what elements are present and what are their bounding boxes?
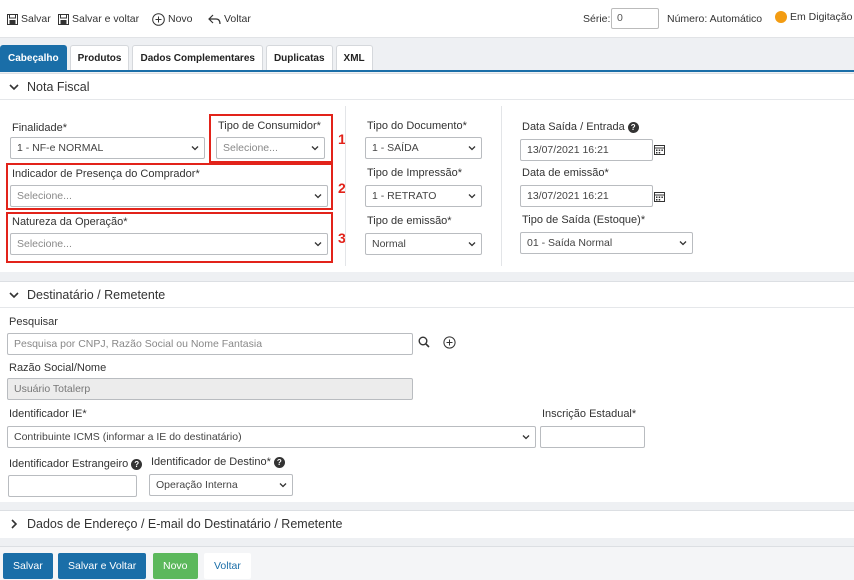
calendar-icon[interactable] [654,144,665,155]
plus-circle-icon [152,12,165,26]
tab-dados-complementares[interactable]: Dados Complementares [132,45,263,70]
inscricao-input[interactable] [540,426,645,448]
top-toolbar: Salvar Salvar e voltar Novo Voltar Série… [0,0,854,38]
tab-cabecalho[interactable]: Cabeçalho [0,45,67,70]
estrangeiro-label-wrap: Identificador Estrangeiro? [9,458,143,470]
numero-label: Número: Automático [667,13,763,25]
chevron-right-icon [11,519,18,529]
destino-label: Identificador de Destino* [151,456,271,468]
add-circle-icon[interactable] [443,336,456,349]
destinatario-header[interactable]: Destinatário / Remetente [0,282,854,308]
chevron-down-icon [9,83,19,90]
search-icon[interactable] [418,336,430,348]
destino-label-wrap: Identificador de Destino*? [151,456,285,468]
tab-bar: Cabeçalho Produtos Dados Complementares … [0,45,373,70]
endereco-panel: Dados de Endereço / E-mail do Destinatár… [0,510,854,538]
footer-bar: Salvar Salvar e Voltar Novo Voltar [0,546,854,580]
data-emissao-label: Data de emissão* [522,167,609,179]
help-icon[interactable]: ? [273,456,285,468]
annotation-box-1 [209,114,333,163]
tipo-documento-select[interactable]: 1 - SAÍDA [365,137,482,159]
tab-underline [0,70,854,72]
tipo-saida-select[interactable]: 01 - Saída Normal [520,232,693,254]
tipo-documento-label: Tipo do Documento* [367,120,467,132]
save-icon [58,13,69,25]
tipo-impressao-value: 1 - RETRATO [372,190,437,202]
tipo-impressao-select[interactable]: 1 - RETRATO [365,185,482,207]
search-input[interactable]: Pesquisa por CNPJ, Razão Social ou Nome … [7,333,413,355]
tab-xml[interactable]: XML [335,45,373,70]
save-label: Salvar [21,13,51,25]
footer-new-button[interactable]: Novo [153,553,198,579]
estrangeiro-input[interactable] [8,475,137,497]
calendar-icon[interactable] [654,191,665,202]
save-icon [7,13,18,25]
nota-fiscal-panel: Nota Fiscal Finalidade* 1 - NF-e NORMAL … [0,73,854,272]
tipo-saida-label: Tipo de Saída (Estoque)* [522,214,646,226]
section-title: Destinatário / Remetente [27,287,166,302]
footer-save-button[interactable]: Salvar [3,553,53,579]
section-title: Dados de Endereço / E-mail do Destinatár… [27,517,343,531]
finalidade-label: Finalidade* [12,122,68,134]
tipo-emissao-label: Tipo de emissão* [367,215,452,227]
estrangeiro-label: Identificador Estrangeiro [9,458,129,470]
razao-label: Razão Social/Nome [9,362,107,374]
inscricao-label: Inscrição Estadual* [542,408,637,420]
destino-select[interactable]: Operação Interna [149,474,293,496]
data-saida-label: Data Saída / Entrada [522,121,625,133]
razao-input: Usuário Totalerp [7,378,413,400]
save-button[interactable]: Salvar [7,12,51,26]
back-button[interactable]: Voltar [208,12,251,26]
serie-input[interactable]: 0 [611,8,659,29]
data-saida-label-wrap: Data Saída / Entrada? [522,121,639,133]
endereco-header[interactable]: Dados de Endereço / E-mail do Destinatár… [0,511,854,537]
data-emissao-input[interactable]: 13/07/2021 16:21 [520,185,653,207]
tab-duplicatas[interactable]: Duplicatas [265,45,333,70]
annotation-box-3 [6,212,333,263]
ie-label: Identificador IE* [9,408,87,420]
finalidade-value: 1 - NF-e NORMAL [17,142,104,154]
finalidade-select[interactable]: 1 - NF-e NORMAL [10,137,205,159]
save-and-back-label: Salvar e voltar [72,13,140,25]
column-divider [501,106,502,266]
ie-select[interactable]: Contribuinte ICMS (informar a IE do dest… [7,426,536,448]
tipo-documento-value: 1 - SAÍDA [372,142,419,154]
reply-icon [208,14,221,24]
tipo-impressao-label: Tipo de Impressão* [367,167,462,179]
chevron-down-icon [468,242,476,247]
destinatario-panel: Destinatário / Remetente Pesquisar Pesqu… [0,281,854,502]
footer-save-and-back-button[interactable]: Salvar e Voltar [58,553,147,579]
status-dot-icon [775,11,787,23]
nota-fiscal-header[interactable]: Nota Fiscal [0,74,854,100]
chevron-down-icon [191,146,199,151]
new-button[interactable]: Novo [152,12,193,26]
new-label: Novo [168,13,193,25]
tab-produtos[interactable]: Produtos [69,45,130,70]
section-title: Nota Fiscal [27,79,90,94]
status-badge: Em Digitação [775,11,852,23]
help-icon[interactable]: ? [627,121,639,133]
tipo-emissao-value: Normal [372,238,406,250]
chevron-down-icon [468,194,476,199]
save-and-back-button[interactable]: Salvar e voltar [58,12,139,26]
chevron-down-icon [679,241,687,246]
column-divider [345,106,346,266]
tipo-emissao-select[interactable]: Normal [365,233,482,255]
pesquisar-label: Pesquisar [9,316,58,328]
chevron-down-icon [522,435,530,440]
serie-label: Série: [583,13,611,25]
destino-value: Operação Interna [156,479,238,491]
tipo-saida-value: 01 - Saída Normal [527,237,613,249]
footer-back-button[interactable]: Voltar [204,553,251,579]
status-label: Em Digitação [790,11,853,23]
chevron-down-icon [468,146,476,151]
chevron-down-icon [279,483,287,488]
chevron-down-icon [9,291,19,298]
back-label: Voltar [224,13,251,25]
annotation-box-2 [6,163,333,210]
help-icon[interactable]: ? [131,458,143,470]
ie-value: Contribuinte ICMS (informar a IE do dest… [14,431,242,443]
data-saida-input[interactable]: 13/07/2021 16:21 [520,139,653,161]
